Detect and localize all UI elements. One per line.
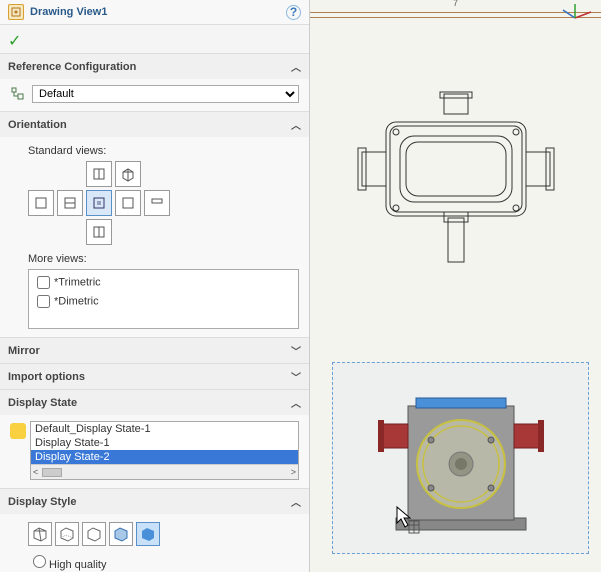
property-panel: Drawing View1 ? ✓ Reference Configuratio… <box>0 0 310 572</box>
section-title: Display State <box>8 397 77 409</box>
display-state-icon <box>10 423 26 439</box>
more-view-dimetric[interactable]: *Dimetric <box>33 292 294 311</box>
checkbox-dimetric[interactable] <box>37 295 50 308</box>
checkbox-trimetric[interactable] <box>37 276 50 289</box>
view-back[interactable] <box>144 190 170 216</box>
view-top[interactable] <box>86 161 112 187</box>
configuration-select[interactable]: Default <box>32 85 299 103</box>
caret-down-icon: ﹀ <box>291 369 301 384</box>
caret-up-icon: ︿ <box>291 494 301 509</box>
caret-up-icon: ︿ <box>291 117 301 132</box>
display-style-buttons <box>28 522 299 546</box>
more-view-trimetric[interactable]: *Trimetric <box>33 273 294 292</box>
scroll-right-arrow[interactable]: > <box>291 467 296 477</box>
panel-header: Drawing View1 ? <box>0 0 309 25</box>
section-title: Reference Configuration <box>8 61 136 73</box>
config-tree-icon <box>10 86 26 102</box>
section-title: Orientation <box>8 119 67 131</box>
panel-title: Drawing View1 <box>30 6 107 18</box>
help-icon[interactable]: ? <box>286 5 301 20</box>
section-header-display-state[interactable]: Display State ︿ <box>0 390 309 415</box>
style-shaded-edges[interactable] <box>109 522 133 546</box>
scroll-thumb[interactable] <box>42 468 62 477</box>
section-header-mirror[interactable]: Mirror ﹀ <box>0 338 309 363</box>
section-title: Import options <box>8 371 85 383</box>
display-state-item[interactable]: Display State-1 <box>31 436 298 450</box>
section-display-style: Display Style ︿ High quality Draft quali… <box>0 489 309 572</box>
ok-check-icon[interactable]: ✓ <box>8 33 21 50</box>
view-front2[interactable] <box>57 190 83 216</box>
more-views-list: *Trimetric *Dimetric <box>28 269 299 329</box>
view-placement-box[interactable] <box>332 362 589 554</box>
caret-up-icon: ︿ <box>291 395 301 410</box>
section-display-state: Display State ︿ Default_Display State-1 … <box>0 390 309 489</box>
caret-down-icon: ﹀ <box>291 343 301 358</box>
section-title: Mirror <box>8 345 40 357</box>
caret-up-icon: ︿ <box>291 59 301 74</box>
style-hidden-visible[interactable] <box>55 522 79 546</box>
section-reference-configuration: Reference Configuration ︿ Default <box>0 54 309 112</box>
section-title: Display Style <box>8 496 76 508</box>
section-header-refconfig[interactable]: Reference Configuration ︿ <box>0 54 309 79</box>
section-header-display-style[interactable]: Display Style ︿ <box>0 489 309 514</box>
section-header-orientation[interactable]: Orientation ︿ <box>0 112 309 137</box>
style-shaded[interactable] <box>136 522 160 546</box>
sheet-column-number: 7 <box>453 0 458 8</box>
section-import-options: Import options ﹀ <box>0 364 309 390</box>
triad-axes-icon <box>557 0 595 24</box>
top-view-drawing <box>356 90 556 270</box>
view-left[interactable] <box>28 190 54 216</box>
radio-high-quality[interactable]: High quality <box>28 552 299 571</box>
horizontal-scrollbar[interactable]: < > <box>31 464 298 479</box>
view-front[interactable] <box>86 190 112 216</box>
view-bottom[interactable] <box>86 219 112 245</box>
section-header-import[interactable]: Import options ﹀ <box>0 364 309 389</box>
drawing-view-icon <box>8 4 24 20</box>
more-views-label: More views: <box>28 253 299 265</box>
cursor-icon <box>395 505 421 535</box>
display-state-item[interactable]: Display State-2 <box>31 450 298 464</box>
display-state-item[interactable]: Default_Display State-1 <box>31 422 298 436</box>
drawing-canvas[interactable]: 7 <box>310 0 601 572</box>
view-right[interactable] <box>115 190 141 216</box>
confirm-row: ✓ <box>0 25 309 54</box>
scroll-left-arrow[interactable]: < <box>33 467 38 477</box>
standard-views-label: Standard views: <box>28 145 299 157</box>
style-hidden-removed[interactable] <box>82 522 106 546</box>
display-state-list[interactable]: Default_Display State-1 Display State-1 … <box>30 421 299 480</box>
standard-views-grid <box>28 161 299 245</box>
radio-high-input[interactable] <box>33 555 46 568</box>
section-mirror: Mirror ﹀ <box>0 338 309 364</box>
view-iso[interactable] <box>115 161 141 187</box>
section-orientation: Orientation ︿ Standard views: More views… <box>0 112 309 338</box>
style-wireframe[interactable] <box>28 522 52 546</box>
